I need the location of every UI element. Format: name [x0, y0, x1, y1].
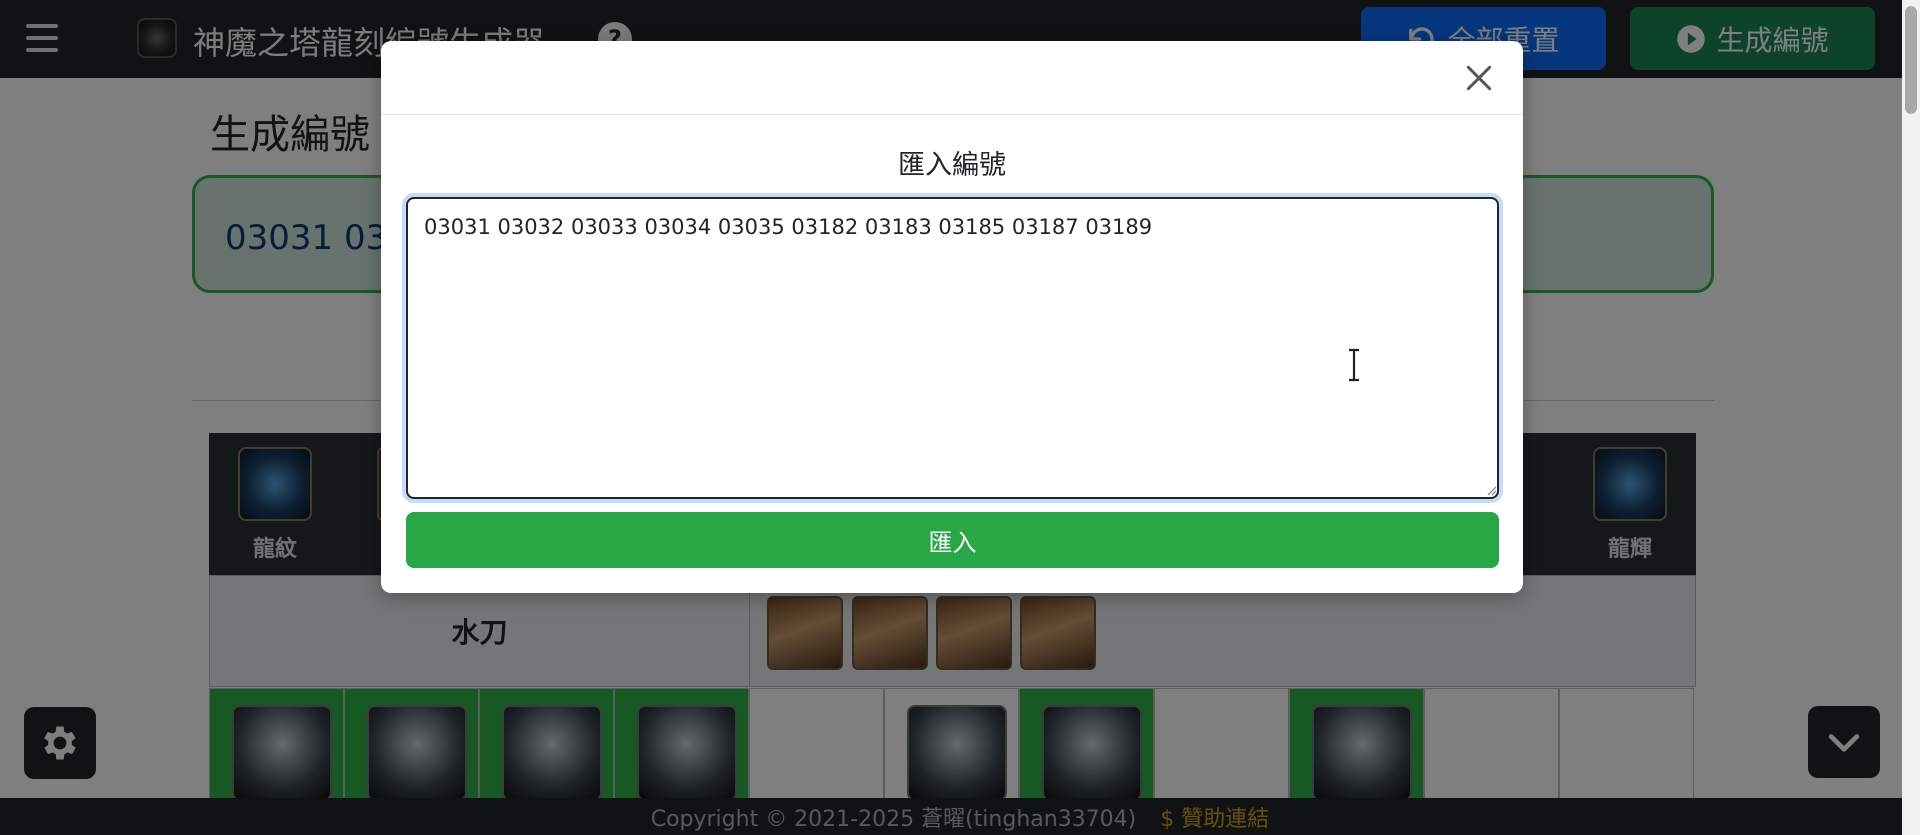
- scrollbar-thumb[interactable]: [1905, 6, 1917, 114]
- close-icon[interactable]: [1463, 62, 1495, 94]
- modal-header: [381, 41, 1523, 115]
- text-cursor-icon: [1349, 348, 1359, 382]
- import-code-textarea[interactable]: 03031 03032 03033 03034 03035 03182 0318…: [406, 197, 1499, 499]
- page-scrollbar[interactable]: [1902, 0, 1920, 835]
- import-button[interactable]: 匯入: [406, 512, 1499, 568]
- import-modal: 匯入編號 03031 03032 03033 03034 03035 03182…: [381, 41, 1523, 593]
- resize-grip-icon[interactable]: [1485, 484, 1497, 496]
- modal-title: 匯入編號: [898, 150, 1006, 181]
